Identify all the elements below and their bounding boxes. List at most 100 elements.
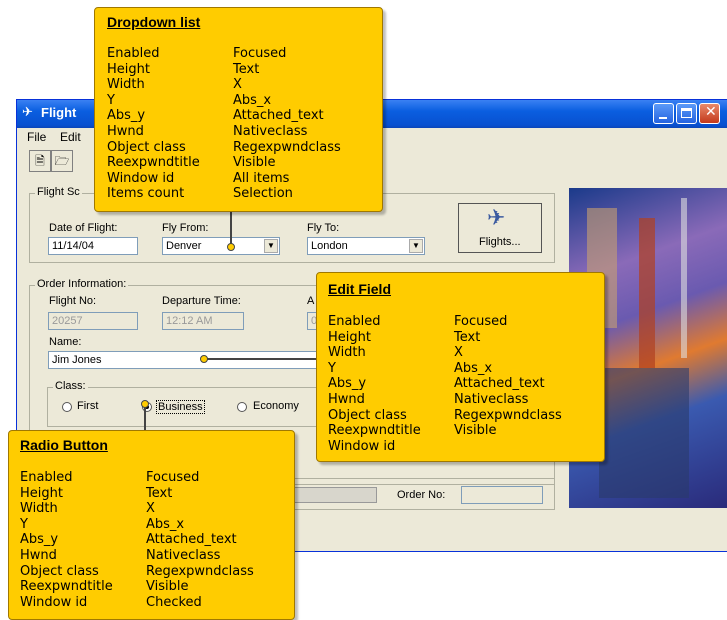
property-name: Height [328, 329, 371, 345]
departure-time-field: 12:12 AM [162, 312, 244, 330]
fly-to-dropdown[interactable]: London ▼ [307, 237, 425, 255]
property-name: Nativeclass [454, 391, 529, 407]
property-name: X [146, 501, 155, 517]
radio-economy[interactable] [237, 402, 247, 412]
fly-to-value: London [311, 240, 348, 252]
property-name: Window id [107, 170, 175, 186]
flight-schedule-label: Flight Sc [35, 186, 82, 198]
property-name: Reexpwndtitle [107, 155, 200, 171]
property-name: Abs_y [20, 532, 59, 548]
editfield-property-grid: Enabled Focused Height Text Width X Y Abs_x … [328, 314, 562, 454]
open-folder-icon[interactable]: 🗁 [51, 150, 73, 172]
dropdown-leader-line [230, 212, 232, 247]
radio-business-label: Business [156, 400, 205, 414]
radio-pointer-dot [141, 400, 149, 408]
edit-field-callout: Edit Field Enabled Focused Height Text Wid… [316, 272, 605, 462]
property-name: Object class [328, 407, 407, 423]
property-name: Focused [233, 46, 287, 61]
class-label: Class: [53, 380, 88, 392]
property-name: X [454, 345, 463, 361]
name-label: Name: [49, 336, 82, 348]
property-name: Abs_x [233, 92, 272, 108]
flight-no-field: 20257 [48, 312, 138, 330]
editfield-leader-line [204, 358, 320, 360]
property-name: Abs_x [146, 516, 185, 532]
property-name: Width [107, 77, 145, 93]
property-name: Abs_y [328, 376, 367, 392]
radio-property-grid: Enabled Focused Height Text Width X Y Abs_x … [20, 470, 254, 610]
property-name: Width [20, 501, 58, 517]
property-name: Height [20, 485, 63, 501]
fly-to-label: Fly To: [307, 222, 340, 234]
editfield-pointer-dot [200, 355, 208, 363]
property-name: Object class [107, 139, 186, 155]
dropdown-pointer-dot [227, 243, 235, 251]
property-name: Reexpwndtitle [328, 423, 421, 439]
menu-edit[interactable]: Edit [60, 130, 81, 144]
property-name: Regexpwndclass [454, 407, 562, 423]
property-name: Y [20, 516, 28, 532]
property-name: Window id [20, 594, 88, 610]
property-name: Selection [233, 186, 293, 202]
property-name: Width [328, 345, 366, 361]
date-of-flight-input[interactable]: 11/14/04 [48, 237, 138, 255]
property-name: Checked [146, 594, 202, 610]
property-name: Regexpwndclass [146, 563, 254, 579]
property-name: Hwnd [107, 123, 144, 139]
window-title: Flight [41, 105, 77, 120]
minimize-icon[interactable] [653, 103, 674, 124]
property-name: Text [146, 485, 173, 501]
fly-from-dropdown[interactable]: Denver ▼ [162, 237, 280, 255]
property-name: All items [233, 170, 290, 186]
arrival-time-label: A [307, 295, 315, 307]
property-name: Enabled [328, 314, 381, 329]
property-name: Hwnd [20, 547, 57, 563]
radio-callout-title: Radio Button [20, 437, 108, 453]
order-no-field [461, 486, 543, 504]
property-name: Abs_x [454, 360, 493, 376]
name-input[interactable]: Jim Jones [48, 351, 318, 369]
radio-economy-label: Economy [253, 400, 299, 412]
property-name: Text [233, 61, 260, 77]
property-name: Items count [107, 186, 185, 202]
flight-no-label: Flight No: [49, 295, 97, 307]
flights-button[interactable]: ✈ Flights... [458, 203, 542, 253]
property-name: Visible [454, 423, 497, 439]
property-name: Attached_text [146, 532, 237, 548]
flights-button-label: Flights... [479, 236, 521, 248]
fly-from-label: Fly From: [162, 222, 209, 234]
menu-file[interactable]: File [27, 130, 46, 144]
property-name: Attached_text [454, 376, 545, 392]
maximize-icon[interactable] [676, 103, 697, 124]
property-name: Focused [146, 470, 200, 485]
property-name: Object class [20, 563, 99, 579]
dropdown-list-callout: Dropdown list Enabled Focused Height Text … [94, 7, 383, 212]
property-name: Y [107, 92, 115, 108]
property-name: Regexpwndclass [233, 139, 341, 155]
radio-first-label: First [77, 400, 99, 412]
property-name: Window id [328, 438, 396, 454]
property-name: Reexpwndtitle [20, 579, 113, 595]
property-name: Visible [233, 155, 276, 171]
chevron-down-icon[interactable]: ▼ [409, 239, 423, 253]
property-name: Text [454, 329, 481, 345]
property-name: Y [328, 360, 336, 376]
property-name: Attached_text [233, 108, 324, 124]
property-name: Hwnd [328, 391, 365, 407]
property-name: Enabled [20, 470, 73, 485]
airplane-icon: ✈ [22, 105, 33, 120]
airplane-icon: ✈ [487, 206, 506, 231]
dropdown-callout-title: Dropdown list [107, 14, 201, 30]
property-name: Height [107, 61, 150, 77]
close-icon[interactable]: ✕ [699, 103, 720, 124]
chevron-down-icon[interactable]: ▼ [264, 239, 278, 253]
new-document-icon[interactable]: 🗎 [29, 150, 51, 172]
date-of-flight-label: Date of Flight: [49, 222, 118, 234]
radio-first[interactable] [62, 402, 72, 412]
radio-button-callout: Radio Button Enabled Focused Height Text W… [8, 430, 295, 620]
order-information-label: Order Information: [35, 278, 129, 290]
editfield-callout-title: Edit Field [328, 281, 391, 297]
property-name: Focused [454, 314, 508, 329]
property-name: X [233, 77, 242, 93]
property-name: Visible [146, 579, 189, 595]
